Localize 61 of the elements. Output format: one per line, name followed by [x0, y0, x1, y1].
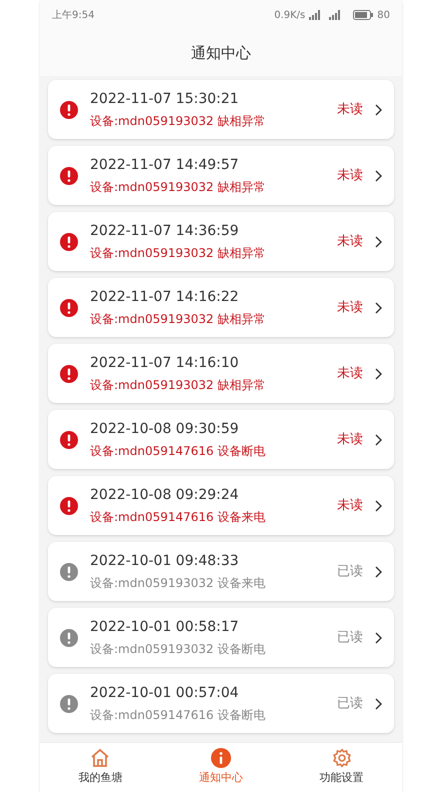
- read-status: 未读: [337, 496, 363, 515]
- battery-level: 80: [377, 8, 390, 22]
- notification-time: 2022-11-07 14:16:22: [90, 288, 240, 307]
- chevron-right-icon: [375, 698, 382, 710]
- tab-bar-item[interactable]: 我的鱼塘: [55, 748, 146, 787]
- notification-time: 2022-10-01 00:58:17: [90, 618, 240, 637]
- network-speed: 0.9K/s: [274, 8, 306, 22]
- notification-message: 设备:mdn059193032 缺相异常: [90, 113, 266, 130]
- notification-time: 2022-10-08 09:29:24: [90, 486, 240, 505]
- notification-message: 设备:mdn059193032 缺相异常: [90, 245, 266, 262]
- notification-message: 设备:mdn059147616 设备断电: [90, 707, 266, 724]
- page-title: 通知中心: [191, 42, 251, 64]
- tab-bar-item[interactable]: 通知中心: [176, 748, 266, 787]
- chevron-right-icon: [375, 500, 382, 512]
- notification-card[interactable]: 2022-10-01 00:57:04 设备:mdn059147616 设备断电 已读: [48, 674, 394, 733]
- notification-time: 2022-10-01 00:57:04: [90, 684, 240, 703]
- chevron-right-icon: [375, 368, 382, 380]
- chevron-right-icon: [375, 170, 382, 182]
- read-status: 未读: [337, 298, 363, 317]
- notification-message: 设备:mdn059147616 设备来电: [90, 509, 266, 526]
- notification-time: 2022-11-07 14:36:59: [90, 222, 240, 241]
- notification-card[interactable]: 2022-11-07 14:16:22 设备:mdn059193032 缺相异常 未读: [48, 278, 394, 337]
- notification-time: 2022-11-07 14:49:57: [90, 156, 240, 175]
- read-status: 已读: [337, 628, 363, 647]
- notification-card[interactable]: 2022-11-07 14:36:59 设备:mdn059193032 缺相异常 未读: [48, 212, 394, 271]
- read-status: 未读: [337, 232, 363, 251]
- battery-icon: [353, 10, 374, 20]
- notification-message: 设备:mdn059193032 缺相异常: [90, 377, 266, 394]
- notification-card[interactable]: 2022-10-01 00:58:17 设备:mdn059193032 设备断电 已读: [48, 608, 394, 667]
- notification-card[interactable]: 2022-11-07 15:30:21 设备:mdn059193032 缺相异常 未读: [48, 80, 394, 139]
- tab-bar-item[interactable]: 功能设置: [296, 748, 387, 787]
- read-status: 未读: [337, 430, 363, 449]
- settings-icon: [332, 748, 352, 768]
- read-status: 已读: [337, 694, 363, 713]
- notification-card[interactable]: 2022-11-07 14:16:10 设备:mdn059193032 缺相异常 未读: [48, 344, 394, 403]
- chevron-right-icon: [375, 632, 382, 644]
- notification-card[interactable]: 2022-10-08 09:29:24 设备:mdn059147616 设备来电 未读: [48, 476, 394, 535]
- chevron-right-icon: [375, 236, 382, 248]
- home-icon: [90, 748, 110, 768]
- chevron-right-icon: [375, 104, 382, 116]
- read-status: 未读: [337, 166, 363, 185]
- notification-message: 设备:mdn059147616 设备断电: [90, 443, 266, 460]
- chevron-right-icon: [375, 302, 382, 314]
- read-status: 未读: [337, 364, 363, 383]
- notification-message: 设备:mdn059193032 缺相异常: [90, 311, 266, 328]
- notification-message: 设备:mdn059193032 设备断电: [90, 641, 266, 658]
- chevron-right-icon: [375, 566, 382, 578]
- notification-card[interactable]: 2022-10-01 09:48:33 设备:mdn059193032 设备来电 已读: [48, 542, 394, 601]
- notification-card[interactable]: 2022-10-08 09:30:59 设备:mdn059147616 设备断电 未读: [48, 410, 394, 469]
- read-status: 未读: [337, 100, 363, 119]
- notification-message: 设备:mdn059193032 设备来电: [90, 575, 266, 592]
- read-status: 已读: [337, 562, 363, 581]
- notification-time: 2022-11-07 15:30:21: [90, 90, 240, 109]
- notification-time: 2022-10-01 09:48:33: [90, 552, 240, 571]
- notification-message: 设备:mdn059193032 缺相异常: [90, 179, 266, 196]
- status-time: 上午9:54: [52, 8, 94, 22]
- notification-time: 2022-11-07 14:16:10: [90, 354, 240, 373]
- info-icon: [210, 748, 231, 768]
- notification-card[interactable]: 2022-11-07 14:49:57 设备:mdn059193032 缺相异常 未读: [48, 146, 394, 205]
- chevron-right-icon: [375, 434, 382, 446]
- notification-time: 2022-10-08 09:30:59: [90, 420, 240, 439]
